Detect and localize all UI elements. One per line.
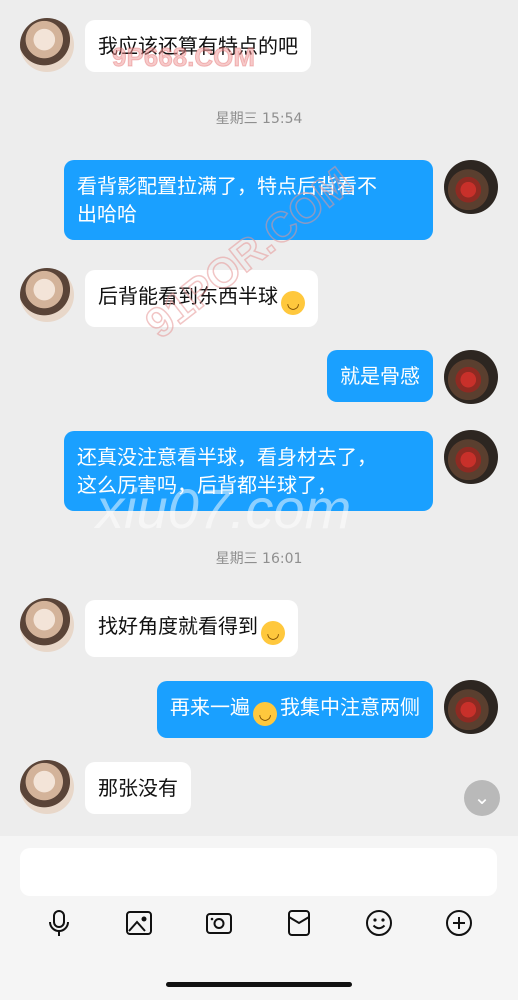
image-icon bbox=[126, 911, 152, 935]
photo-button[interactable] bbox=[122, 906, 156, 940]
my-avatar[interactable] bbox=[444, 160, 498, 214]
message-bubble-outgoing[interactable]: 再来一遍 ◡ 我集中注意两侧 bbox=[157, 681, 433, 738]
contact-avatar[interactable] bbox=[20, 18, 74, 72]
message-text: 找好角度就看得到 bbox=[98, 614, 258, 638]
home-indicator bbox=[166, 982, 352, 987]
input-panel bbox=[0, 836, 518, 1000]
message-text: 后背能看到东西半球 bbox=[98, 284, 278, 308]
yawning-face-icon: ◡ bbox=[281, 291, 305, 315]
camera-button[interactable] bbox=[202, 906, 236, 940]
chat-area: 我应该还算有特点的吧 星期三 15:54 看背影配置拉满了，特点后背看不 出哈哈… bbox=[0, 0, 518, 836]
message-bubble-incoming[interactable]: 那张没有 bbox=[85, 762, 191, 814]
more-button[interactable] bbox=[442, 906, 476, 940]
message-text: 那张没有 bbox=[98, 776, 178, 800]
yawning-face-icon: ◡ bbox=[261, 621, 285, 645]
timestamp: 星期三 16:01 bbox=[215, 551, 303, 567]
contact-avatar[interactable] bbox=[20, 760, 74, 814]
message-bubble-incoming[interactable]: 后背能看到东西半球 ◡ bbox=[85, 270, 318, 327]
message-input[interactable] bbox=[20, 848, 497, 896]
message-bubble-outgoing[interactable]: 还真没注意看半球，看身材去了， 这么厉害吗，后背都半球了， bbox=[64, 431, 433, 511]
emoji-button[interactable] bbox=[362, 906, 396, 940]
message-text: 就是骨感 bbox=[340, 364, 420, 388]
my-avatar[interactable] bbox=[444, 350, 498, 404]
message-bubble-outgoing[interactable]: 看背影配置拉满了，特点后背看不 出哈哈 bbox=[64, 160, 433, 240]
message-text: 我集中注意两侧 bbox=[280, 695, 420, 719]
plus-icon bbox=[446, 910, 472, 936]
red-packet-icon bbox=[288, 910, 310, 936]
message-text: 再来一遍 bbox=[170, 695, 250, 719]
emoji-icon bbox=[366, 910, 392, 936]
message-bubble-outgoing[interactable]: 就是骨感 bbox=[327, 350, 433, 402]
my-avatar[interactable] bbox=[444, 680, 498, 734]
contact-avatar[interactable] bbox=[20, 268, 74, 322]
message-text: 还真没注意看半球，看身材去了， 这么厉害吗，后背都半球了， bbox=[77, 445, 377, 497]
message-text: 看背影配置拉满了，特点后背看不 出哈哈 bbox=[77, 174, 377, 226]
chevron-down-icon: ⌄ bbox=[473, 785, 491, 809]
yawning-face-icon: ◡ bbox=[253, 702, 277, 726]
timestamp: 星期三 15:54 bbox=[215, 111, 303, 127]
message-text: 我应该还算有特点的吧 bbox=[98, 34, 298, 58]
red-packet-button[interactable] bbox=[282, 906, 316, 940]
my-avatar[interactable] bbox=[444, 430, 498, 484]
message-bubble-incoming[interactable]: 我应该还算有特点的吧 bbox=[85, 20, 311, 72]
voice-button[interactable] bbox=[42, 906, 76, 940]
microphone-icon bbox=[49, 910, 69, 936]
message-bubble-incoming[interactable]: 找好角度就看得到 ◡ bbox=[85, 600, 298, 657]
scroll-to-bottom-button[interactable]: ⌄ bbox=[464, 780, 500, 816]
camera-icon bbox=[206, 913, 232, 934]
contact-avatar[interactable] bbox=[20, 598, 74, 652]
